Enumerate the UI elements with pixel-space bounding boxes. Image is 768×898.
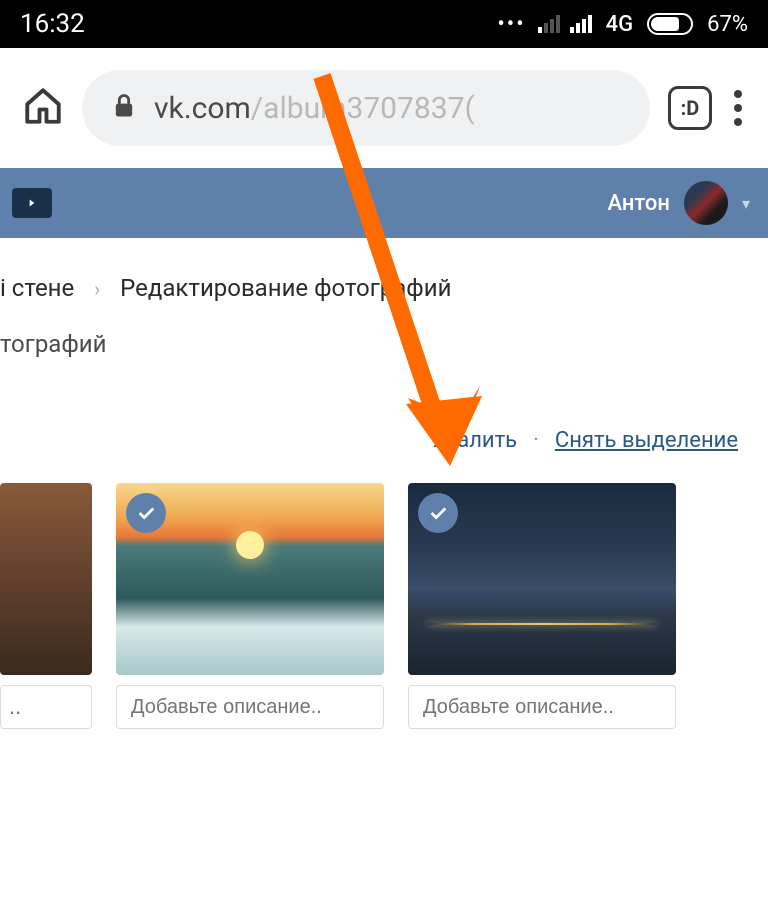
photo-card — [116, 483, 384, 729]
bridge-decoration — [428, 623, 656, 625]
status-right: ••• 4G 67% — [497, 12, 748, 37]
status-dots-icon: ••• — [497, 12, 525, 37]
tab-count-label: :D — [681, 96, 700, 120]
menu-icon[interactable] — [730, 86, 746, 130]
tab-count-button[interactable]: :D — [668, 86, 712, 130]
separator-dot: · — [533, 428, 539, 453]
url-path: /album3707837( — [251, 91, 475, 126]
chevron-right-icon: › — [94, 277, 100, 301]
vk-user-menu[interactable]: Антон ▾ — [607, 181, 750, 225]
page-content: і стене › Редактирование фотографий тогр… — [0, 238, 768, 729]
caption-input[interactable] — [116, 685, 384, 729]
url-text: vk.com/album3707837( — [154, 91, 475, 126]
vk-header: Антон ▾ — [0, 168, 768, 238]
photo-thumbnail[interactable] — [116, 483, 384, 675]
battery-icon — [647, 13, 693, 35]
signal-strong-icon — [570, 15, 592, 33]
photo-card — [0, 483, 92, 729]
photo-card — [408, 483, 676, 729]
home-icon[interactable] — [22, 85, 64, 131]
lock-icon — [110, 92, 138, 124]
sun-decoration — [236, 531, 264, 559]
network-type: 4G — [606, 12, 634, 37]
section-label: тографий — [0, 330, 768, 386]
photo-thumbnail[interactable] — [408, 483, 676, 675]
selected-check-icon[interactable] — [126, 493, 166, 533]
photo-thumbnail[interactable] — [0, 483, 92, 675]
caption-input[interactable] — [0, 685, 92, 729]
vk-user-name: Антон — [607, 191, 670, 216]
actions-row: Удалить · Снять выделение — [0, 386, 768, 483]
battery-percent: 67% — [707, 12, 748, 37]
url-bar[interactable]: vk.com/album3707837( — [82, 70, 650, 146]
url-domain: vk.com — [154, 91, 251, 126]
avatar — [684, 181, 728, 225]
deselect-button[interactable]: Снять выделение — [555, 428, 738, 453]
breadcrumb: і стене › Редактирование фотографий — [0, 268, 768, 330]
selected-check-icon[interactable] — [418, 493, 458, 533]
vk-logo-icon[interactable] — [12, 188, 52, 218]
delete-button[interactable]: Удалить — [431, 428, 517, 453]
status-time: 16:32 — [20, 9, 85, 39]
breadcrumb-prev[interactable]: і стене — [0, 274, 74, 302]
browser-toolbar: vk.com/album3707837( :D — [0, 48, 768, 168]
photos-row — [0, 483, 768, 729]
signal-weak-icon — [538, 15, 560, 33]
chevron-down-icon: ▾ — [742, 194, 750, 213]
android-status-bar: 16:32 ••• 4G 67% — [0, 0, 768, 48]
breadcrumb-current: Редактирование фотографий — [120, 274, 451, 302]
caption-input[interactable] — [408, 685, 676, 729]
